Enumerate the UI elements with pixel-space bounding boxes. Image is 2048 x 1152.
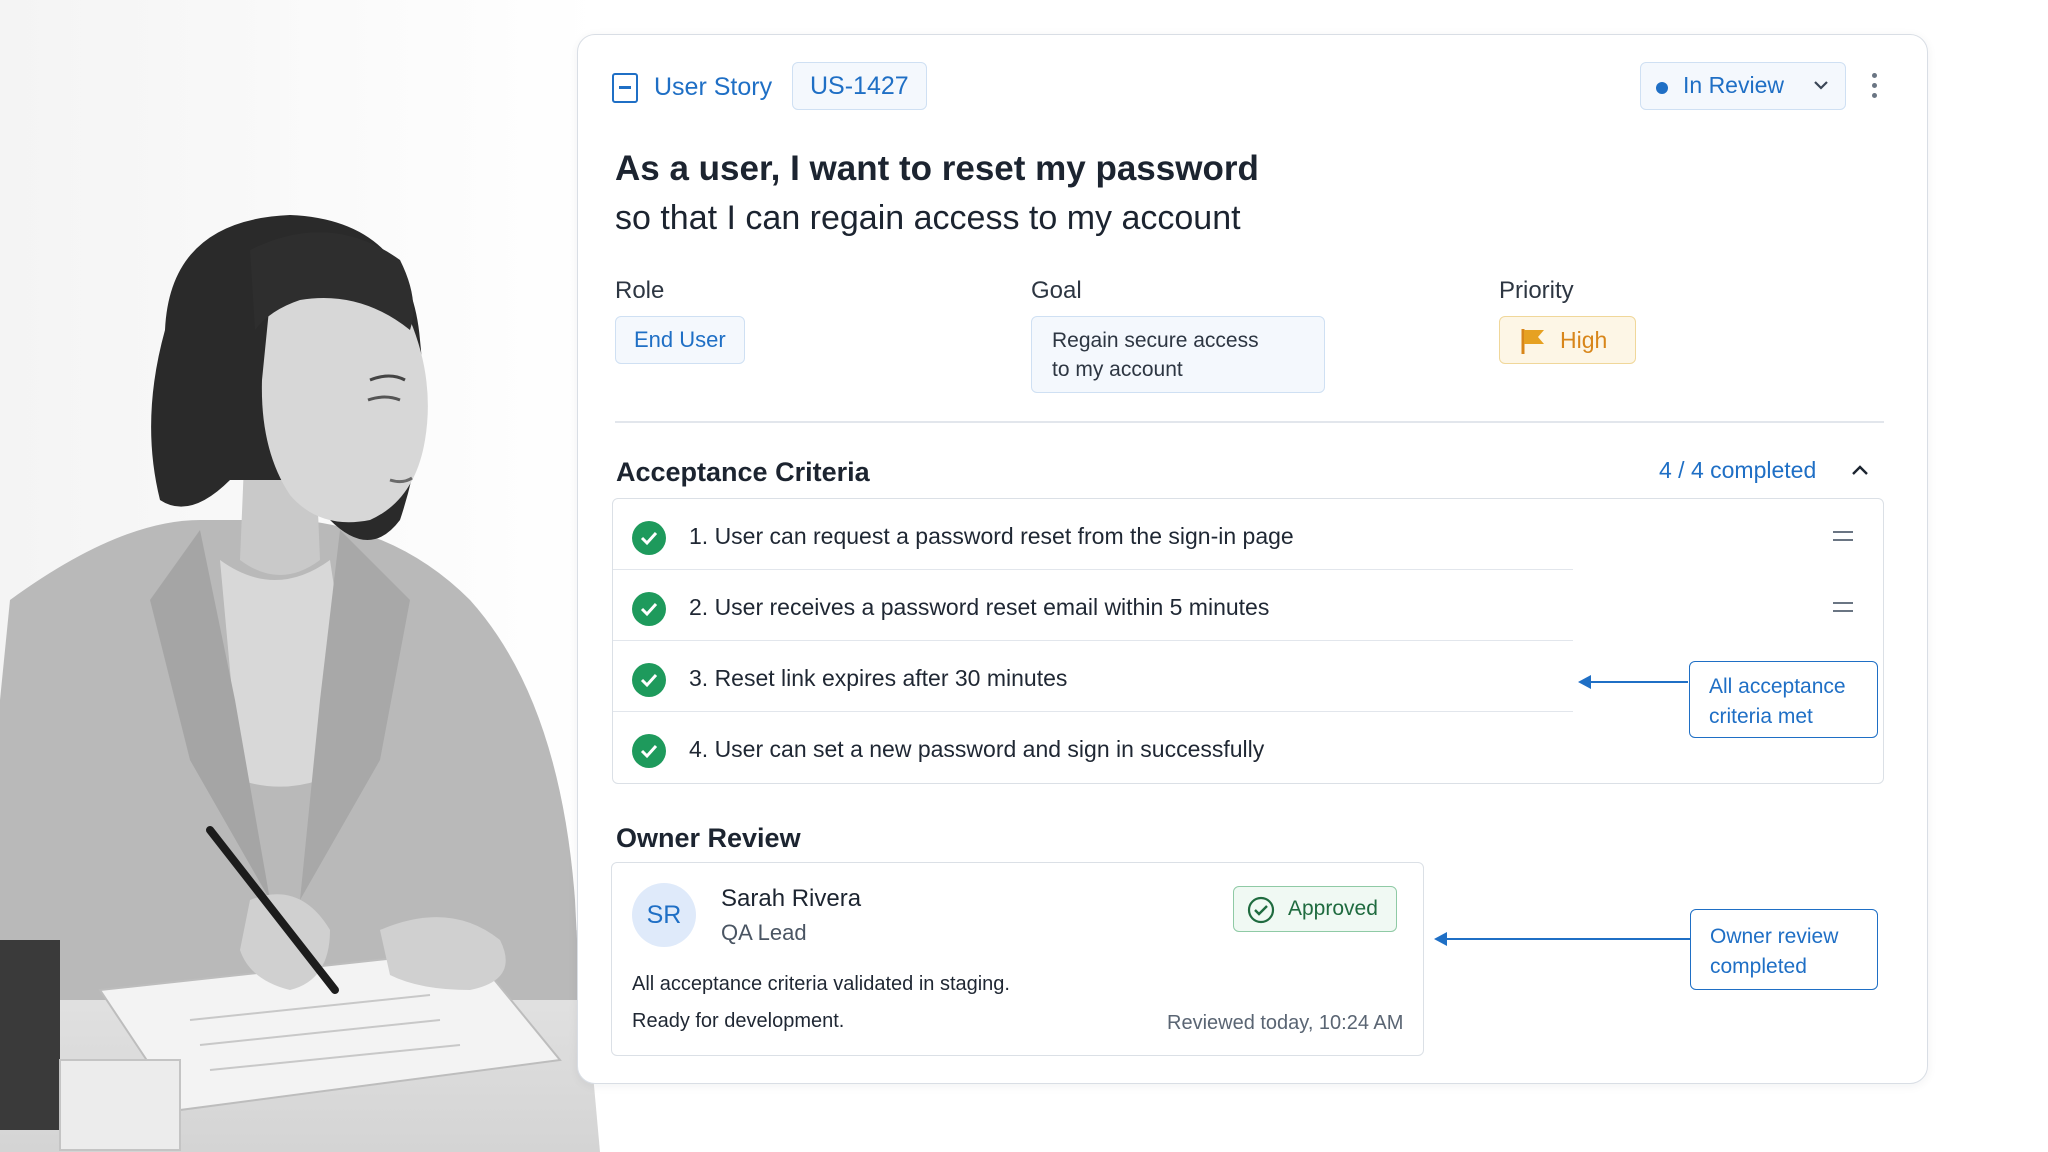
callout-arrow-line	[1588, 681, 1688, 683]
status-dot-icon	[1656, 82, 1668, 94]
approved-label: Approved	[1288, 897, 1378, 920]
user-story-card: User Story US-1427 In Review As a user, …	[577, 34, 1928, 1084]
status-label: In Review	[1683, 72, 1784, 98]
story-type-label: User Story	[654, 73, 773, 101]
priority-label: Priority	[1499, 277, 1574, 304]
callout-text-line1: All acceptance	[1709, 675, 1846, 698]
arrow-left-icon	[1578, 675, 1591, 689]
status-dropdown[interactable]: In Review	[1640, 62, 1846, 110]
criterion-text: 4. User can set a new password and sign …	[689, 736, 1265, 762]
criterion-text: 3. Reset link expires after 30 minutes	[689, 665, 1068, 691]
review-timestamp: Reviewed today, 10:24 AM	[1167, 1012, 1404, 1034]
reviewer-name: Sarah Rivera	[721, 885, 862, 912]
avatar: SR	[632, 883, 696, 947]
priority-chip[interactable]: High	[1499, 316, 1636, 364]
drag-handle-icon[interactable]	[1833, 531, 1853, 547]
check-circle-icon	[632, 521, 666, 555]
chevron-down-icon	[1813, 72, 1829, 104]
callout-text-line2: completed	[1710, 955, 1807, 978]
story-title-benefit: so that I can regain access to my accoun…	[615, 199, 1241, 237]
review-completed-callout: Owner review completed	[1690, 909, 1878, 990]
arrow-left-icon	[1434, 932, 1447, 946]
callout-text-line1: Owner review	[1710, 925, 1839, 948]
acceptance-criteria-title: Acceptance Criteria	[616, 457, 870, 487]
story-id-badge[interactable]: US-1427	[792, 62, 927, 110]
priority-value: High	[1560, 327, 1608, 353]
section-divider	[615, 421, 1884, 423]
owner-review-title: Owner Review	[616, 823, 801, 853]
role-label: Role	[615, 277, 665, 304]
goal-chip[interactable]: Regain secure access to my account	[1031, 316, 1325, 393]
role-chip[interactable]: End User	[615, 316, 745, 364]
goal-value-line1: Regain secure access	[1052, 329, 1259, 352]
flag-icon	[1520, 327, 1546, 360]
check-circle-icon	[632, 592, 666, 626]
kebab-menu-icon[interactable]	[1871, 73, 1879, 103]
criterion-text: 1. User can request a password reset fro…	[689, 523, 1294, 549]
criterion-item[interactable]: 1. User can request a password reset fro…	[613, 499, 1885, 570]
acceptance-progress: 4 / 4 completed	[1659, 457, 1817, 483]
criterion-text: 2. User receives a password reset email …	[689, 594, 1270, 620]
drag-handle-icon[interactable]	[1833, 602, 1853, 618]
person-photo	[0, 0, 600, 1152]
callout-text-line2: criteria met	[1709, 705, 1813, 728]
criteria-met-callout: All acceptance criteria met	[1689, 661, 1878, 738]
check-circle-icon	[632, 663, 666, 697]
reviewer-role: QA Lead	[721, 920, 807, 945]
owner-review-card: SR Sarah Rivera QA Lead Approved All acc…	[611, 862, 1424, 1056]
goal-label: Goal	[1031, 277, 1082, 304]
chevron-up-icon[interactable]	[1849, 457, 1871, 491]
approved-badge: Approved	[1233, 886, 1397, 932]
acceptance-criteria-list: 1. User can request a password reset fro…	[612, 498, 1884, 784]
goal-value-line2: to my account	[1052, 358, 1183, 381]
review-note-line2: Ready for development.	[632, 1010, 845, 1032]
criterion-item[interactable]: 2. User receives a password reset email …	[613, 570, 1885, 641]
story-title: As a user, I want to reset my password	[615, 149, 1259, 188]
check-circle-outline-icon	[1247, 896, 1275, 929]
check-circle-icon	[632, 734, 666, 768]
story-icon	[612, 73, 638, 103]
callout-arrow-line	[1446, 938, 1690, 940]
review-note-line1: All acceptance criteria validated in sta…	[632, 973, 1010, 995]
